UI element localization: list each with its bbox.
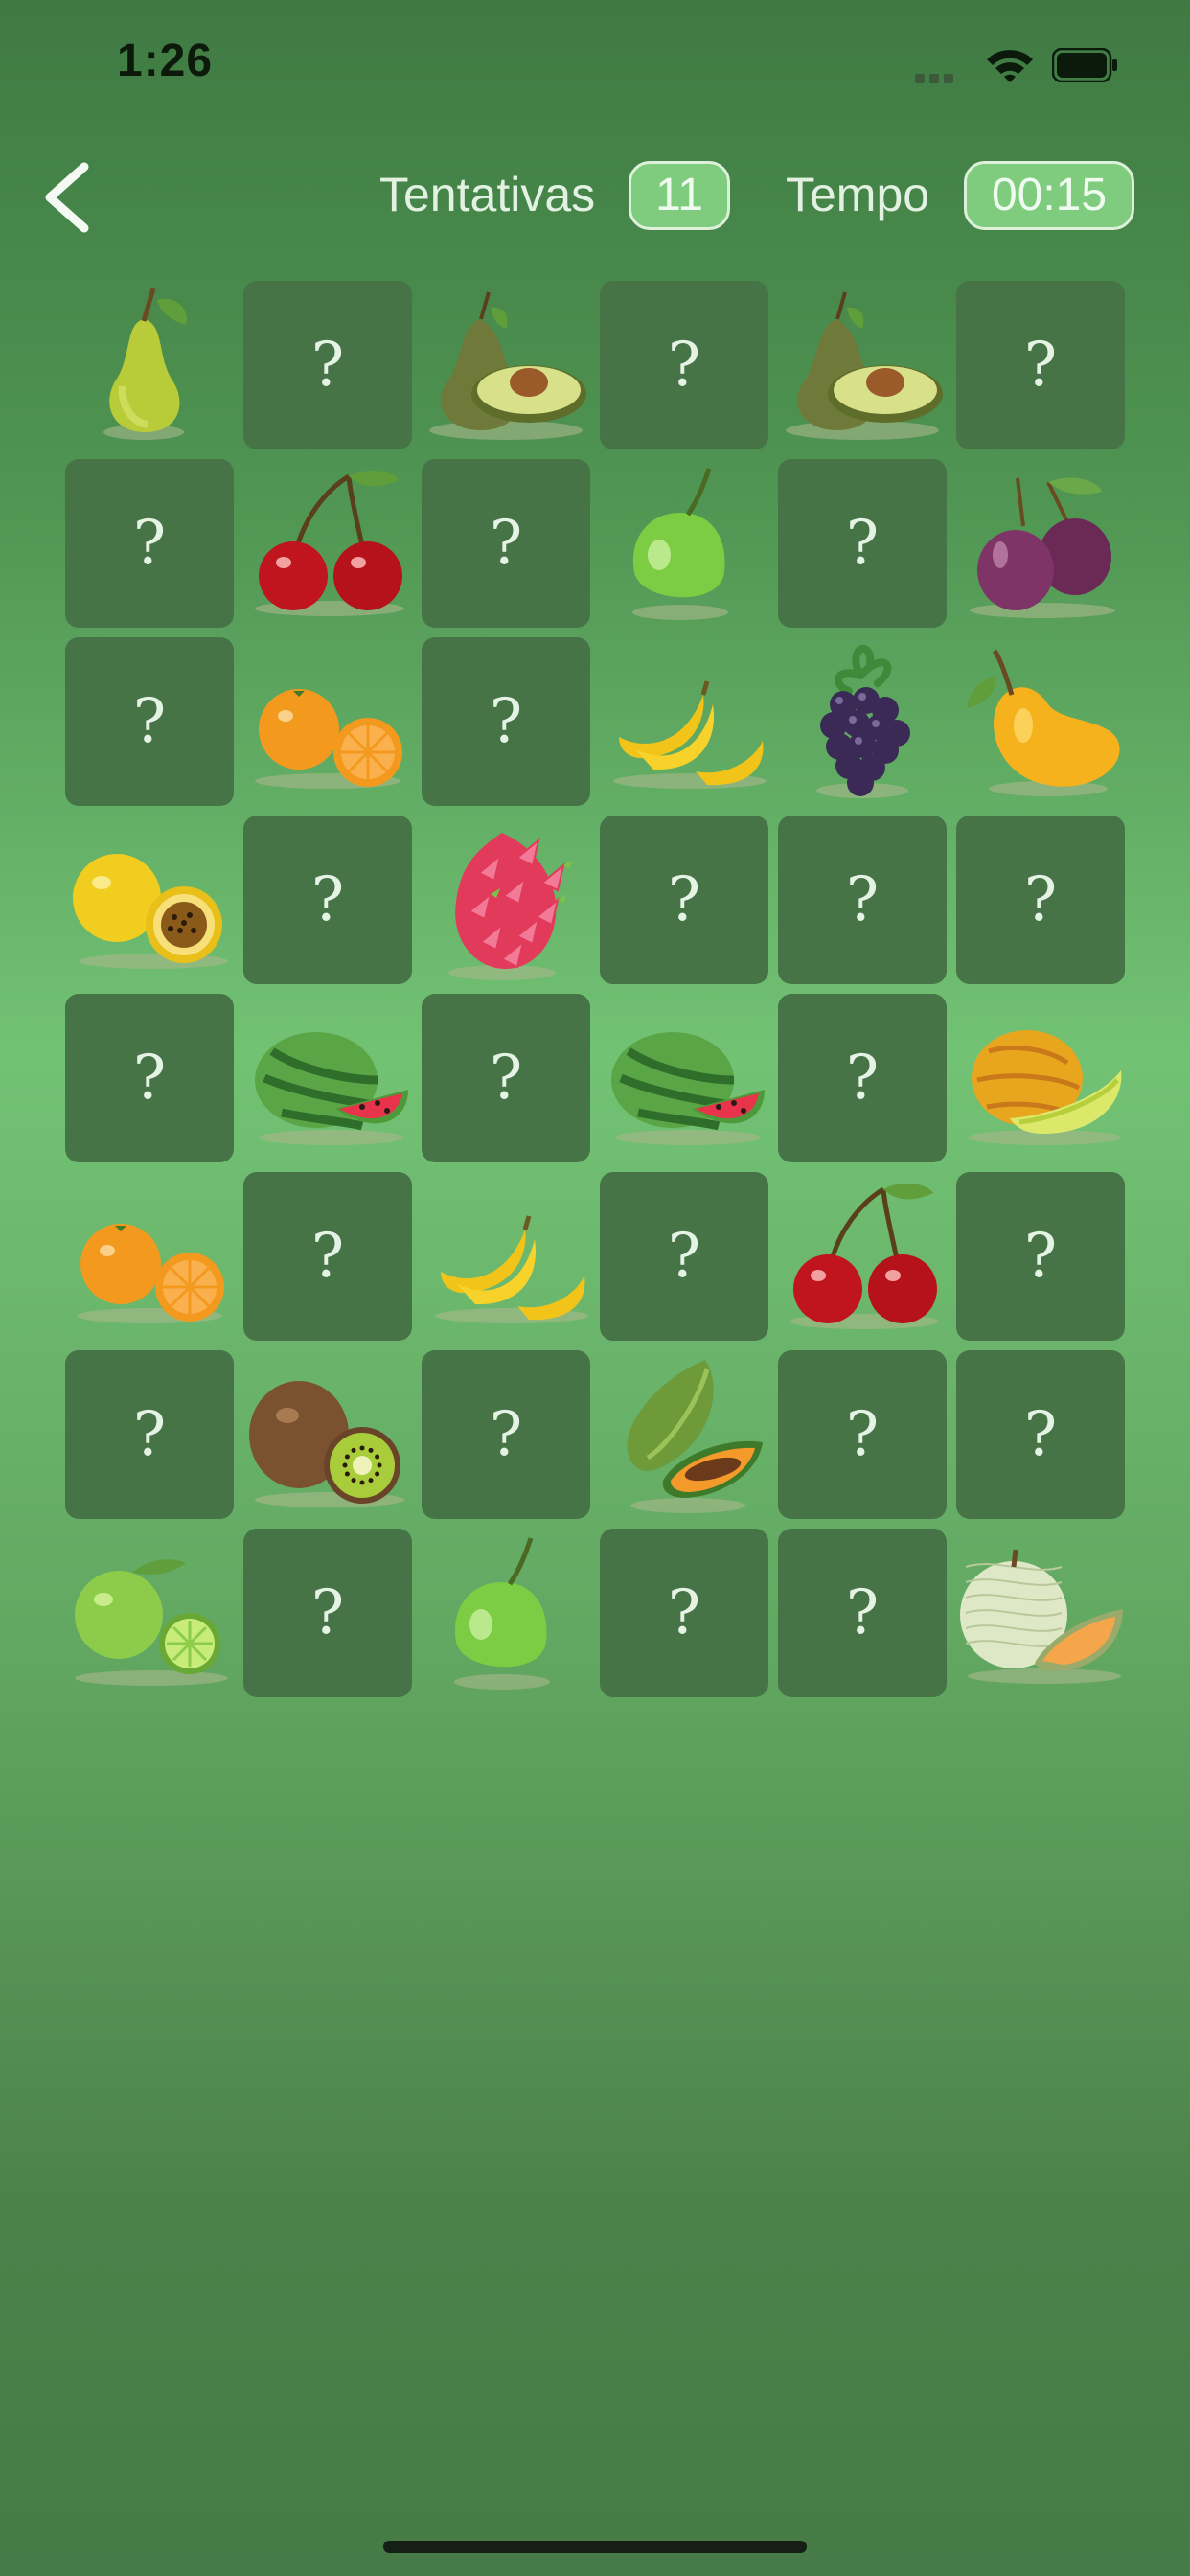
card-watermelon[interactable] xyxy=(243,994,412,1162)
question-mark: ? xyxy=(845,1577,880,1648)
card-blackberry[interactable] xyxy=(778,637,947,806)
banana-icon xyxy=(435,1215,588,1323)
card-hidden[interactable]: ? xyxy=(422,459,590,628)
question-mark: ? xyxy=(489,1399,523,1470)
card-hidden[interactable]: ? xyxy=(243,1172,412,1341)
card-hidden[interactable]: ? xyxy=(65,1350,234,1519)
card-dragon-fruit[interactable] xyxy=(422,816,590,984)
question-mark: ? xyxy=(1023,1399,1058,1470)
guava-icon xyxy=(454,1537,550,1690)
question-mark: ? xyxy=(310,1577,345,1648)
guava-icon xyxy=(632,468,728,620)
watermelon-icon xyxy=(255,1032,408,1145)
dragon-fruit-icon xyxy=(448,833,573,980)
kiwi-icon xyxy=(249,1381,404,1507)
pear-icon xyxy=(103,288,187,440)
question-mark: ? xyxy=(489,1043,523,1114)
card-hidden[interactable]: ? xyxy=(956,816,1125,984)
home-indicator xyxy=(383,2541,807,2553)
card-hidden[interactable]: ? xyxy=(243,1529,412,1697)
card-galia-melon[interactable] xyxy=(956,994,1125,1162)
question-mark: ? xyxy=(667,864,701,935)
card-cherry[interactable] xyxy=(778,1172,947,1341)
card-hidden[interactable]: ? xyxy=(600,1529,768,1697)
card-hidden[interactable]: ? xyxy=(243,816,412,984)
question-mark: ? xyxy=(132,1399,167,1470)
memory-board: ????????????????????????? xyxy=(0,0,1190,1725)
card-hidden[interactable]: ? xyxy=(956,1172,1125,1341)
card-hidden[interactable]: ? xyxy=(778,1350,947,1519)
watermelon-icon xyxy=(611,1032,765,1145)
card-watermelon[interactable] xyxy=(600,994,768,1162)
card-guava[interactable] xyxy=(422,1529,590,1697)
card-hidden[interactable]: ? xyxy=(600,1172,768,1341)
card-avocado[interactable] xyxy=(422,281,590,449)
question-mark: ? xyxy=(489,508,523,579)
card-hidden[interactable]: ? xyxy=(778,459,947,628)
plum-icon xyxy=(970,477,1115,618)
question-mark: ? xyxy=(845,864,880,935)
question-mark: ? xyxy=(667,330,701,401)
galia-melon-icon xyxy=(968,1030,1122,1145)
card-orange[interactable] xyxy=(243,637,412,806)
question-mark: ? xyxy=(132,1043,167,1114)
passion-fruit-icon xyxy=(73,854,228,969)
card-papaya[interactable] xyxy=(600,1350,768,1519)
question-mark: ? xyxy=(667,1577,701,1648)
banana-icon xyxy=(613,680,767,789)
question-mark: ? xyxy=(310,1221,345,1292)
card-hidden[interactable]: ? xyxy=(600,816,768,984)
question-mark: ? xyxy=(845,508,880,579)
orange-icon xyxy=(255,689,402,789)
card-cherry[interactable] xyxy=(243,459,412,628)
card-hidden[interactable]: ? xyxy=(65,637,234,806)
orange-icon xyxy=(77,1224,224,1323)
question-mark: ? xyxy=(667,1221,701,1292)
question-mark: ? xyxy=(132,508,167,579)
card-pear[interactable] xyxy=(65,281,234,449)
card-orange[interactable] xyxy=(65,1172,234,1341)
card-banana[interactable] xyxy=(422,1172,590,1341)
question-mark: ? xyxy=(1023,1221,1058,1292)
question-mark: ? xyxy=(845,1399,880,1470)
question-mark: ? xyxy=(489,686,523,757)
card-hidden[interactable]: ? xyxy=(956,281,1125,449)
card-hidden[interactable]: ? xyxy=(778,1529,947,1697)
card-hidden[interactable]: ? xyxy=(778,816,947,984)
card-passion-fruit[interactable] xyxy=(65,816,234,984)
card-hidden[interactable]: ? xyxy=(422,994,590,1162)
cherry-icon xyxy=(255,470,404,616)
question-mark: ? xyxy=(310,330,345,401)
card-hidden[interactable]: ? xyxy=(600,281,768,449)
card-guava[interactable] xyxy=(600,459,768,628)
cantaloupe-icon xyxy=(960,1549,1123,1684)
card-mango[interactable] xyxy=(956,637,1125,806)
avocado-icon xyxy=(429,291,586,440)
question-mark: ? xyxy=(1023,864,1058,935)
card-hidden[interactable]: ? xyxy=(778,994,947,1162)
question-mark: ? xyxy=(845,1043,880,1114)
card-plum[interactable] xyxy=(956,459,1125,628)
mango-icon xyxy=(967,649,1120,796)
question-mark: ? xyxy=(310,864,345,935)
card-hidden[interactable]: ? xyxy=(422,637,590,806)
papaya-icon xyxy=(627,1360,763,1513)
card-hidden[interactable]: ? xyxy=(65,459,234,628)
card-hidden[interactable]: ? xyxy=(956,1350,1125,1519)
card-kiwi[interactable] xyxy=(243,1350,412,1519)
card-avocado[interactable] xyxy=(778,281,947,449)
blackberry-icon xyxy=(816,644,910,798)
question-mark: ? xyxy=(132,686,167,757)
card-hidden[interactable]: ? xyxy=(65,994,234,1162)
card-cantaloupe[interactable] xyxy=(956,1529,1125,1697)
question-mark: ? xyxy=(1023,330,1058,401)
lime-icon xyxy=(75,1559,228,1686)
avocado-icon xyxy=(786,291,943,440)
card-lime[interactable] xyxy=(65,1529,234,1697)
card-banana[interactable] xyxy=(600,637,768,806)
card-hidden[interactable]: ? xyxy=(243,281,412,449)
cherry-icon xyxy=(790,1183,939,1329)
card-hidden[interactable]: ? xyxy=(422,1350,590,1519)
